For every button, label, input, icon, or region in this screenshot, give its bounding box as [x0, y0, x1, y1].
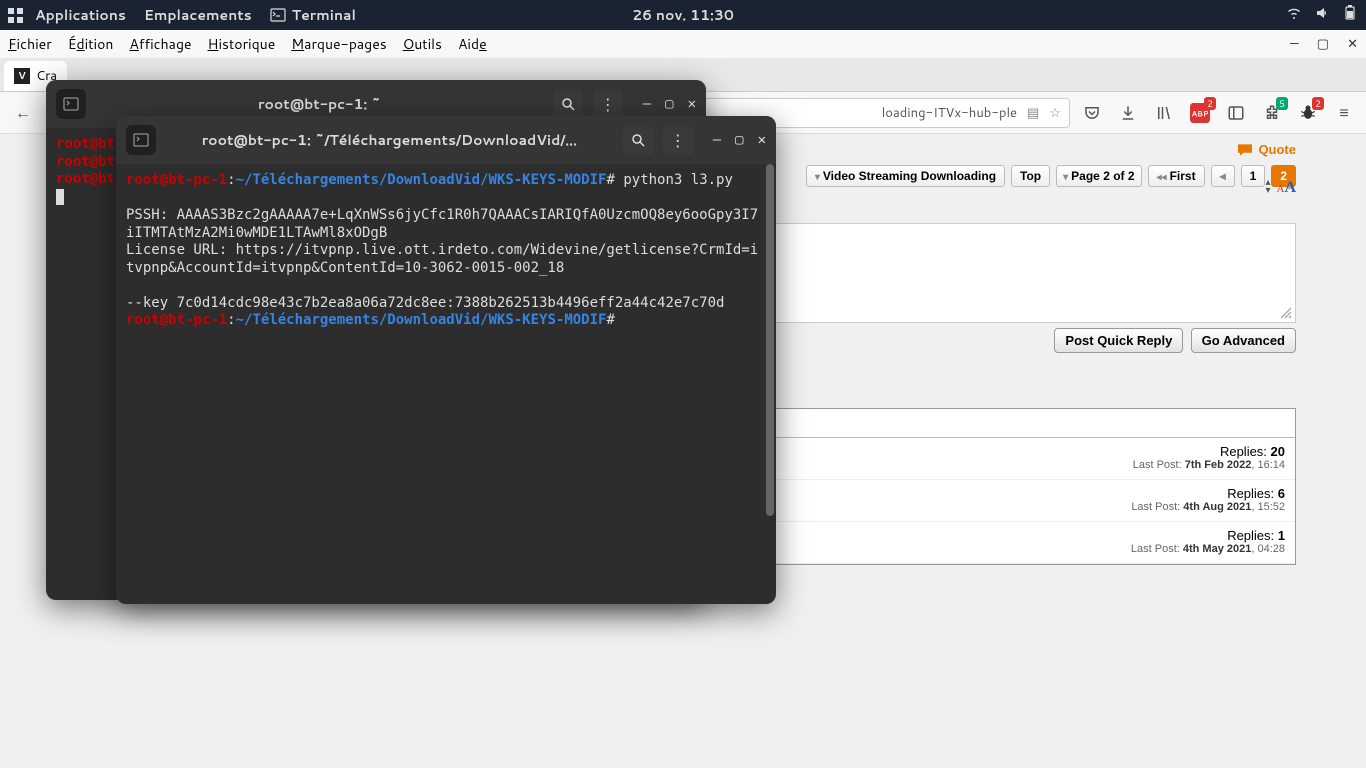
terminal-title: root@bt-pc-1: ~: [96, 94, 543, 114]
window-close[interactable]: ✕: [1347, 35, 1358, 53]
sidebar-icon[interactable]: [1222, 99, 1250, 127]
quote-button[interactable]: Quote: [1236, 142, 1296, 157]
svg-text:ABP: ABP: [1192, 109, 1209, 119]
terminal-minimize[interactable]: —: [713, 132, 721, 148]
terminal-maximize[interactable]: ▢: [665, 96, 673, 112]
section-dropdown[interactable]: Video Streaming Downloading: [806, 165, 1005, 187]
activities-button[interactable]: [8, 8, 23, 23]
menu-history[interactable]: Historique: [208, 34, 276, 54]
quote-icon: [1236, 143, 1254, 157]
terminal-titlebar: root@bt-pc-1: ~/Téléchargements/Download…: [116, 116, 776, 164]
font-size-icon[interactable]: AA: [1276, 179, 1296, 197]
new-tab-icon[interactable]: [56, 89, 86, 119]
applications-menu[interactable]: Applications: [35, 5, 126, 25]
terminal-maximize[interactable]: ▢: [735, 132, 743, 148]
hamburger-menu-icon[interactable]: ≡: [1330, 99, 1358, 127]
menu-help[interactable]: Aide: [458, 34, 487, 54]
page-info-dropdown[interactable]: Page 2 of 2: [1056, 165, 1141, 187]
menu-bookmarks[interactable]: Marque-pages: [291, 34, 386, 54]
terminal-window-front[interactable]: root@bt-pc-1: ~/Téléchargements/Download…: [116, 116, 776, 604]
downloads-icon[interactable]: [1114, 99, 1142, 127]
terminal-minimize[interactable]: —: [643, 96, 651, 112]
terminal-close[interactable]: ✕: [688, 96, 696, 112]
menu-edit[interactable]: Édition: [68, 34, 114, 54]
expand-up-icon[interactable]: ▴▾: [1265, 179, 1270, 197]
post-quick-reply-button[interactable]: Post Quick Reply: [1054, 328, 1183, 353]
search-icon[interactable]: [623, 125, 653, 155]
go-advanced-button[interactable]: Go Advanced: [1191, 328, 1296, 353]
bookmark-star-icon[interactable]: ☆: [1049, 104, 1061, 122]
page-1-button[interactable]: 1: [1241, 165, 1266, 187]
clock[interactable]: 26 nov. 11:30: [632, 5, 734, 25]
top-button[interactable]: Top: [1011, 165, 1050, 187]
wifi-icon[interactable]: [1286, 5, 1302, 26]
terminal-close[interactable]: ✕: [758, 132, 766, 148]
menu-view[interactable]: Affichage: [129, 34, 191, 54]
pocket-icon[interactable]: [1078, 99, 1106, 127]
places-menu[interactable]: Emplacements: [144, 5, 252, 25]
url-fragment: loading-ITVx-hub-ple: [882, 104, 1017, 122]
reader-mode-icon[interactable]: ▤: [1027, 104, 1039, 122]
editor-tools: ▴▾ AA: [1265, 179, 1296, 197]
new-tab-icon[interactable]: [126, 125, 156, 155]
menu-icon[interactable]: ⋮: [663, 125, 693, 155]
terminal-output[interactable]: root@bt-pc-1:~/Téléchargements/DownloadV…: [116, 164, 776, 604]
terminal-app-indicator[interactable]: Terminal: [270, 5, 356, 25]
window-maximize[interactable]: ▢: [1317, 35, 1329, 53]
prev-page-button[interactable]: ◂: [1211, 165, 1235, 187]
menu-icon[interactable]: ⋮: [593, 89, 623, 119]
menu-tools[interactable]: Outils: [403, 34, 442, 54]
extensions-icon[interactable]: 5: [1258, 99, 1286, 127]
back-button[interactable]: ←: [8, 98, 38, 128]
gnome-top-bar: Applications Emplacements Terminal 26 no…: [0, 0, 1366, 30]
window-minimize[interactable]: —: [1290, 35, 1299, 53]
firefox-menubar: FFichierichier Édition Affichage Histori…: [0, 30, 1366, 58]
volume-icon[interactable]: [1314, 5, 1330, 26]
library-icon[interactable]: [1150, 99, 1178, 127]
terminal-title: root@bt-pc-1: ~/Téléchargements/Download…: [166, 130, 613, 150]
bug-icon[interactable]: 2: [1294, 99, 1322, 127]
first-page-button[interactable]: First: [1148, 165, 1205, 187]
menu-file[interactable]: FFichierichier: [8, 34, 52, 54]
battery-icon[interactable]: [1342, 5, 1358, 26]
resize-handle-icon[interactable]: [1279, 306, 1293, 320]
scrollbar[interactable]: [766, 164, 774, 604]
abp-icon[interactable]: ABP2: [1186, 99, 1214, 127]
search-icon[interactable]: [553, 89, 583, 119]
favicon: V: [14, 68, 30, 84]
